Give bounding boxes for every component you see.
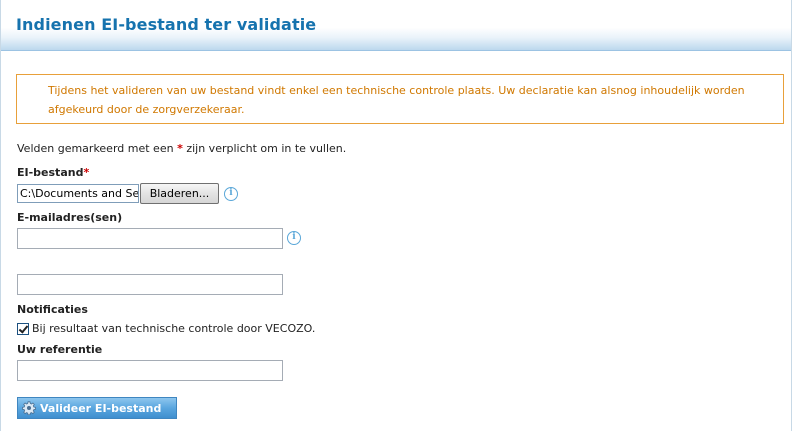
file-required-star: * bbox=[83, 166, 90, 179]
notification-option: Bij resultaat van technische controle do… bbox=[17, 322, 315, 335]
gear-icon bbox=[22, 401, 36, 415]
email-field-1[interactable] bbox=[17, 228, 283, 249]
required-fields-note: Velden gemarkeerd met een * zijn verplic… bbox=[17, 142, 346, 155]
file-upload-row: C:\Documents and Settings Bladeren... i bbox=[17, 183, 238, 204]
notification-checkbox-label[interactable]: Bij resultaat van technische controle do… bbox=[32, 322, 315, 335]
validation-notice: Tijdens het valideren van uw bestand vin… bbox=[16, 74, 784, 124]
reference-label: Uw referentie bbox=[17, 343, 103, 356]
file-path-input[interactable]: C:\Documents and Settings bbox=[17, 184, 139, 203]
validate-file-label: Valideer EI-bestand bbox=[40, 401, 162, 415]
notice-text: Tijdens het valideren van uw bestand vin… bbox=[48, 84, 745, 116]
email-label: E-mailadres(sen) bbox=[17, 211, 123, 224]
info-icon[interactable]: i bbox=[224, 186, 238, 201]
page-header: Indienen EI-bestand ter validatie bbox=[1, 0, 791, 51]
file-label: EI-bestand* bbox=[17, 166, 89, 179]
required-note-before: Velden gemarkeerd met een bbox=[17, 142, 178, 155]
notifications-label: Notificaties bbox=[17, 303, 88, 316]
validate-file-button[interactable]: Valideer EI-bestand bbox=[17, 397, 177, 419]
file-label-text: EI-bestand bbox=[17, 166, 84, 179]
notification-checkbox[interactable] bbox=[17, 322, 29, 335]
page: Indienen EI-bestand ter validatie Tijden… bbox=[0, 0, 792, 431]
info-icon[interactable]: i bbox=[287, 231, 301, 245]
page-title: Indienen EI-bestand ter validatie bbox=[16, 15, 317, 34]
required-note-after: zijn verplicht om in te vullen. bbox=[182, 142, 347, 155]
browse-button[interactable]: Bladeren... bbox=[140, 183, 219, 204]
reference-input[interactable] bbox=[17, 360, 283, 381]
email-field-2[interactable] bbox=[17, 274, 283, 295]
